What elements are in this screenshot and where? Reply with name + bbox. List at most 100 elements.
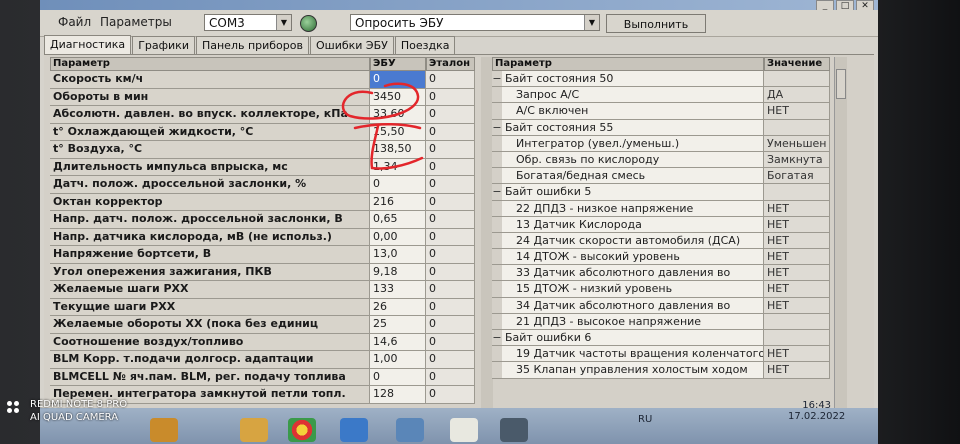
tree-item-row[interactable]: 13 Датчик Кислорода НЕТ <box>492 216 856 233</box>
table-row[interactable]: Желаемые обороты ХХ (пока без единиц 25 0 <box>50 316 475 334</box>
table-row[interactable]: Напр. датчика кислорода, мВ (не использ.… <box>50 228 475 246</box>
tree-indent <box>492 313 502 330</box>
table-row[interactable]: t° Воздуха, °С 138,50 0 <box>50 141 475 159</box>
tab-graphs[interactable]: Графики <box>132 36 195 55</box>
language-indicator[interactable]: RU <box>638 414 652 425</box>
skype-icon[interactable] <box>340 418 368 442</box>
tree-item-row[interactable]: 15 ДТОЖ - низкий уровень НЕТ <box>492 281 856 298</box>
tree-group-row[interactable]: − Байт состояния 55 <box>492 119 856 136</box>
collapse-icon[interactable]: − <box>492 330 502 347</box>
reference-value: 0 <box>426 386 475 404</box>
param-name: t° Охлаждающей жидкости, °С <box>50 123 370 141</box>
reference-value: 0 <box>426 123 475 141</box>
tree-param-value <box>764 119 830 136</box>
tree-param-value <box>764 71 830 88</box>
ecu-value: 9,18 <box>370 263 426 281</box>
tree-param-name: 33 Датчик абсолютного давления во <box>502 265 764 282</box>
table-row[interactable]: BLMCELL № яч.пам. BLM, рег. подачу топли… <box>50 368 475 386</box>
column-header-param[interactable]: Параметр <box>492 57 764 71</box>
table-row[interactable]: Абсолютн. давлен. во впуск. коллекторе, … <box>50 106 475 124</box>
collapse-icon[interactable]: − <box>492 119 502 136</box>
chevron-down-icon[interactable]: ▼ <box>276 15 291 30</box>
table-row[interactable]: Желаемые шаги РХХ 133 0 <box>50 281 475 299</box>
tree-item-row[interactable]: А/С включен НЕТ <box>492 103 856 120</box>
tree-param-value: НЕТ <box>764 200 830 217</box>
action-select[interactable]: Опросить ЭБУ ▼ <box>350 14 600 31</box>
ecu-value: 1,34 <box>370 158 426 176</box>
collapse-icon[interactable]: − <box>492 184 502 201</box>
tree-indent <box>492 168 502 185</box>
ecu-value: 0,00 <box>370 228 426 246</box>
tab-dashboard[interactable]: Панель приборов <box>195 36 309 55</box>
menu-params[interactable]: Параметры <box>100 15 172 29</box>
device-icon[interactable] <box>500 418 528 442</box>
table-row[interactable]: Соотношение воздух/топливо 14,6 0 <box>50 333 475 351</box>
table-row[interactable]: Длительность импульса впрыска, мс 1,34 0 <box>50 158 475 176</box>
connection-status-icon[interactable] <box>300 15 317 32</box>
param-name: t° Воздуха, °С <box>50 141 370 159</box>
tree-param-name: А/С включен <box>502 103 764 120</box>
reference-value: 0 <box>426 316 475 334</box>
tree-item-row[interactable]: 19 Датчик частоты вращения коленчатого НЕ… <box>492 346 856 363</box>
execute-button[interactable]: Выполнить <box>606 14 706 33</box>
diagnostics-panel: Параметр ЭБУ Эталон Скорость км/ч 0 0 Оборо… <box>44 54 874 444</box>
column-header-value[interactable]: Значение <box>764 57 830 71</box>
clock[interactable]: 16:43 17.02.2022 <box>788 400 845 422</box>
tree-group-row[interactable]: − Байт ошибки 6 <box>492 330 856 347</box>
vertical-scrollbar[interactable] <box>834 57 847 443</box>
tab-diagnostics[interactable]: Диагностика <box>44 35 132 55</box>
tree-item-row[interactable]: Запрос А/С ДА <box>492 87 856 104</box>
tree-param-value: НЕТ <box>764 346 830 363</box>
tree-item-row[interactable]: 35 Клапан управления холостым ходом НЕТ <box>492 362 856 379</box>
tree-item-row[interactable]: 21 ДПДЗ - высокое напряжение <box>492 313 856 330</box>
tree-param-name: 22 ДПДЗ - низкое напряжение <box>502 200 764 217</box>
tree-indent <box>492 232 502 250</box>
table-row[interactable]: Текущие шаги РХХ 26 0 <box>50 298 475 316</box>
tree-item-row[interactable]: Интегратор (увел./уменьш.) Уменьшен <box>492 135 856 152</box>
scrollbar-thumb[interactable] <box>836 69 846 99</box>
tree-item-row[interactable]: Обр. связь по кислороду Замкнута <box>492 151 856 169</box>
tab-trip[interactable]: Поездка <box>394 36 456 55</box>
tree-item-row[interactable]: 34 Датчик абсолютного давления во НЕТ <box>492 297 856 314</box>
status-tree: Параметр Значение − Байт состояния 50 Запр… <box>492 57 856 444</box>
tab-ecu-errors[interactable]: Ошибки ЭБУ <box>309 36 394 55</box>
table-row[interactable]: Датч. полож. дроссельной заслонки, % 0 0 <box>50 176 475 194</box>
tree-item-row[interactable]: 24 Датчик скорости автомобиля (ДСА) НЕТ <box>492 232 856 250</box>
collapse-icon[interactable]: − <box>492 71 502 88</box>
network-icon[interactable] <box>396 418 424 442</box>
table-row[interactable]: Скорость км/ч 0 0 <box>50 71 475 89</box>
tree-group-row[interactable]: − Байт состояния 50 <box>492 71 856 88</box>
tree-item-row[interactable]: 14 ДТОЖ - высокий уровень НЕТ <box>492 249 856 266</box>
table-row[interactable]: Напр. датч. полож. дроссельной заслонки,… <box>50 211 475 229</box>
chrome-icon[interactable] <box>288 418 316 442</box>
tree-item-row[interactable]: 33 Датчик абсолютного давления во НЕТ <box>492 265 856 282</box>
reference-value: 0 <box>426 368 475 386</box>
param-name: Скорость км/ч <box>50 71 370 89</box>
folder-icon[interactable] <box>150 418 178 442</box>
table-row[interactable]: BLM Корр. т.подачи долгоср. адаптации 1,0… <box>50 351 475 369</box>
column-header-ref[interactable]: Эталон <box>426 57 475 71</box>
tree-param-value: НЕТ <box>764 232 830 250</box>
table-row[interactable]: t° Охлаждающей жидкости, °С 15,50 0 <box>50 123 475 141</box>
tree-item-row[interactable]: Богатая/бедная смесь Богатая <box>492 168 856 185</box>
chevron-down-icon[interactable]: ▼ <box>584 15 599 30</box>
notepad-icon[interactable] <box>450 418 478 442</box>
tree-item-row[interactable]: 22 ДПДЗ - низкое напряжение НЕТ <box>492 200 856 217</box>
port-select[interactable]: COM3 ▼ <box>204 14 292 31</box>
tree-indent <box>492 87 502 104</box>
table-row[interactable]: Напряжение бортсети, В 13,0 0 <box>50 246 475 264</box>
port-select-value: COM3 <box>209 16 245 30</box>
tree-indent <box>492 103 502 120</box>
tree-group-row[interactable]: − Байт ошибки 5 <box>492 184 856 201</box>
menu-file[interactable]: Файл <box>58 15 91 29</box>
column-header-ecu[interactable]: ЭБУ <box>370 57 426 71</box>
ecu-value: 1,00 <box>370 351 426 369</box>
app-window: _ □ ✕ Файл Параметры COM3 ▼ Опросить ЭБУ… <box>40 0 878 444</box>
table-row[interactable]: Обороты в мин 3450 0 <box>50 88 475 106</box>
table-row[interactable]: Октан корректор 216 0 <box>50 193 475 211</box>
table-row[interactable]: Угол опережения зажигания, ПКВ 9,18 0 <box>50 263 475 281</box>
media-player-icon[interactable] <box>240 418 268 442</box>
ecu-value: 14,6 <box>370 333 426 351</box>
column-header-param[interactable]: Параметр <box>50 57 370 71</box>
reference-value: 0 <box>426 88 475 106</box>
